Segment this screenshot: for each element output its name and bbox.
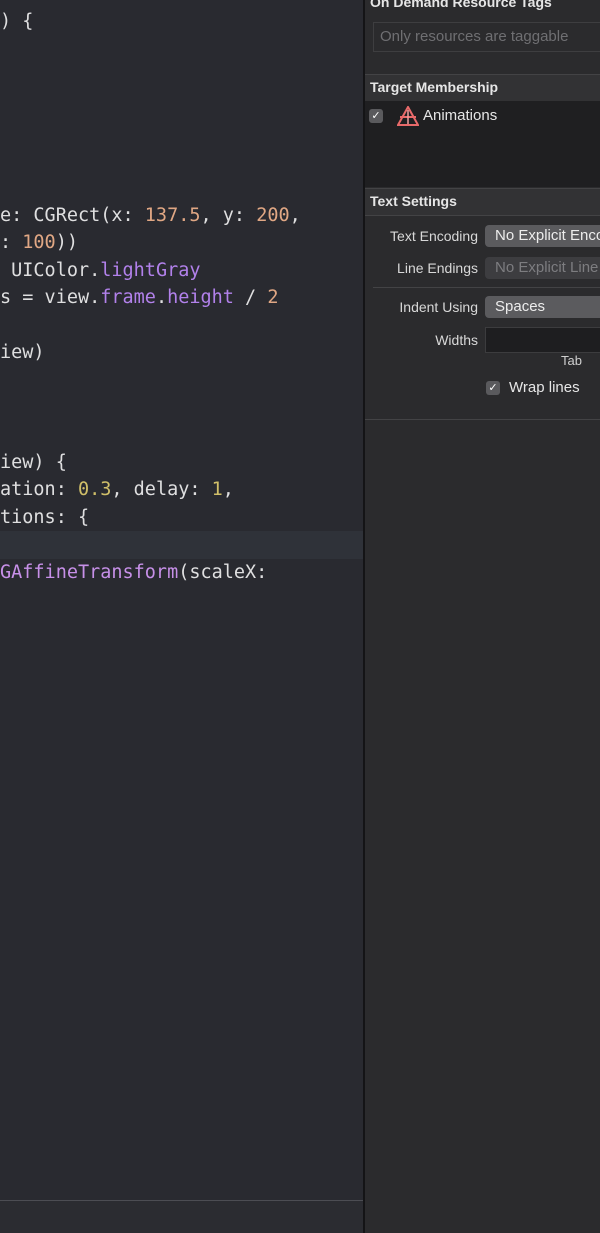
text-settings-header: Text Settings: [365, 188, 600, 216]
text-encoding-label: Text Encoding: [390, 228, 478, 244]
code-token: 1: [211, 479, 223, 500]
text-settings-title: Text Settings: [370, 193, 457, 209]
code-token: s = view.: [0, 287, 101, 308]
code-line[interactable]: GAffineTransform(scaleX:: [0, 559, 267, 586]
code-token: ation:: [0, 479, 78, 500]
code-token: 2: [267, 287, 279, 308]
code-token: frame: [100, 287, 156, 308]
wrap-lines-checkbox[interactable]: ✓: [486, 381, 500, 395]
current-line-highlight: [0, 531, 363, 559]
code-token: , y:: [200, 205, 257, 226]
check-icon: ✓: [371, 109, 381, 122]
code-token: iew): [0, 342, 45, 363]
code-token: , delay:: [111, 479, 212, 500]
code-token: :: [0, 232, 23, 253]
code-token: ,: [289, 205, 301, 226]
tab-label: Tab: [561, 353, 582, 368]
resource-tags-placeholder: Only resources are taggable: [380, 28, 569, 45]
code-token: height: [167, 287, 234, 308]
code-line[interactable]: tions: {: [0, 504, 89, 531]
code-line[interactable]: ) {: [0, 8, 33, 35]
code-token: lightGray: [100, 260, 201, 281]
code-token: iew) {: [0, 452, 67, 473]
widths-label: Widths: [435, 332, 478, 348]
code-line[interactable]: e: CGRect(x: 137.5, y: 200,: [0, 202, 301, 229]
code-token: ,: [222, 479, 234, 500]
line-endings-popup: No Explicit Line Endings: [485, 257, 600, 279]
code-line[interactable]: iew) {: [0, 449, 67, 476]
line-endings-label: Line Endings: [397, 260, 478, 276]
code-token: 200: [256, 205, 290, 226]
code-token: GAffineTransform: [0, 562, 179, 583]
indent-using-popup[interactable]: Spaces: [485, 296, 600, 318]
check-icon: ✓: [488, 381, 498, 394]
code-token: tions: {: [0, 507, 90, 528]
divider: [365, 419, 600, 420]
target-membership-header: Target Membership: [365, 74, 600, 102]
code-line[interactable]: ation: 0.3, delay: 1,: [0, 476, 234, 503]
source-editor[interactable]: ) { e: CGRect(x: 137.5, y: 200, : 100)) …: [0, 0, 363, 1233]
code-token: ) {: [0, 11, 34, 32]
code-line[interactable]: UIColor.lightGray: [0, 257, 201, 284]
tab-width-field[interactable]: [485, 327, 600, 353]
code-token: .: [155, 287, 168, 308]
wrap-lines-label: Wrap lines: [509, 379, 580, 396]
code-token: (scaleX:: [178, 562, 268, 583]
code-token: 100: [22, 232, 56, 253]
code-token: 0.3: [77, 479, 112, 500]
code-token: e: CGRect(x:: [0, 205, 145, 226]
code-line[interactable]: : 100)): [0, 229, 78, 256]
target-membership-title: Target Membership: [370, 79, 499, 95]
indent-using-label: Indent Using: [399, 299, 478, 315]
target-checkbox[interactable]: ✓: [369, 109, 383, 123]
on-demand-section-title: On Demand Resource Tags: [370, 0, 552, 10]
target-name: Animations: [423, 107, 498, 124]
debug-bar: [0, 1200, 363, 1233]
file-inspector: On Demand Resource Tags Only resources a…: [365, 0, 600, 1233]
divider: [373, 287, 600, 288]
target-list: ✓ Animations: [365, 101, 600, 187]
code-line[interactable]: s = view.frame.height / 2: [0, 284, 278, 311]
app-target-icon: [397, 106, 419, 126]
code-token: /: [233, 287, 268, 308]
code-token: )): [55, 232, 78, 253]
code-line[interactable]: iew): [0, 339, 45, 366]
text-encoding-popup[interactable]: No Explicit Encoding: [485, 225, 600, 247]
code-token: 137.5: [144, 205, 201, 226]
resource-tags-field[interactable]: Only resources are taggable: [373, 22, 600, 52]
code-token: UIColor.: [0, 260, 101, 281]
